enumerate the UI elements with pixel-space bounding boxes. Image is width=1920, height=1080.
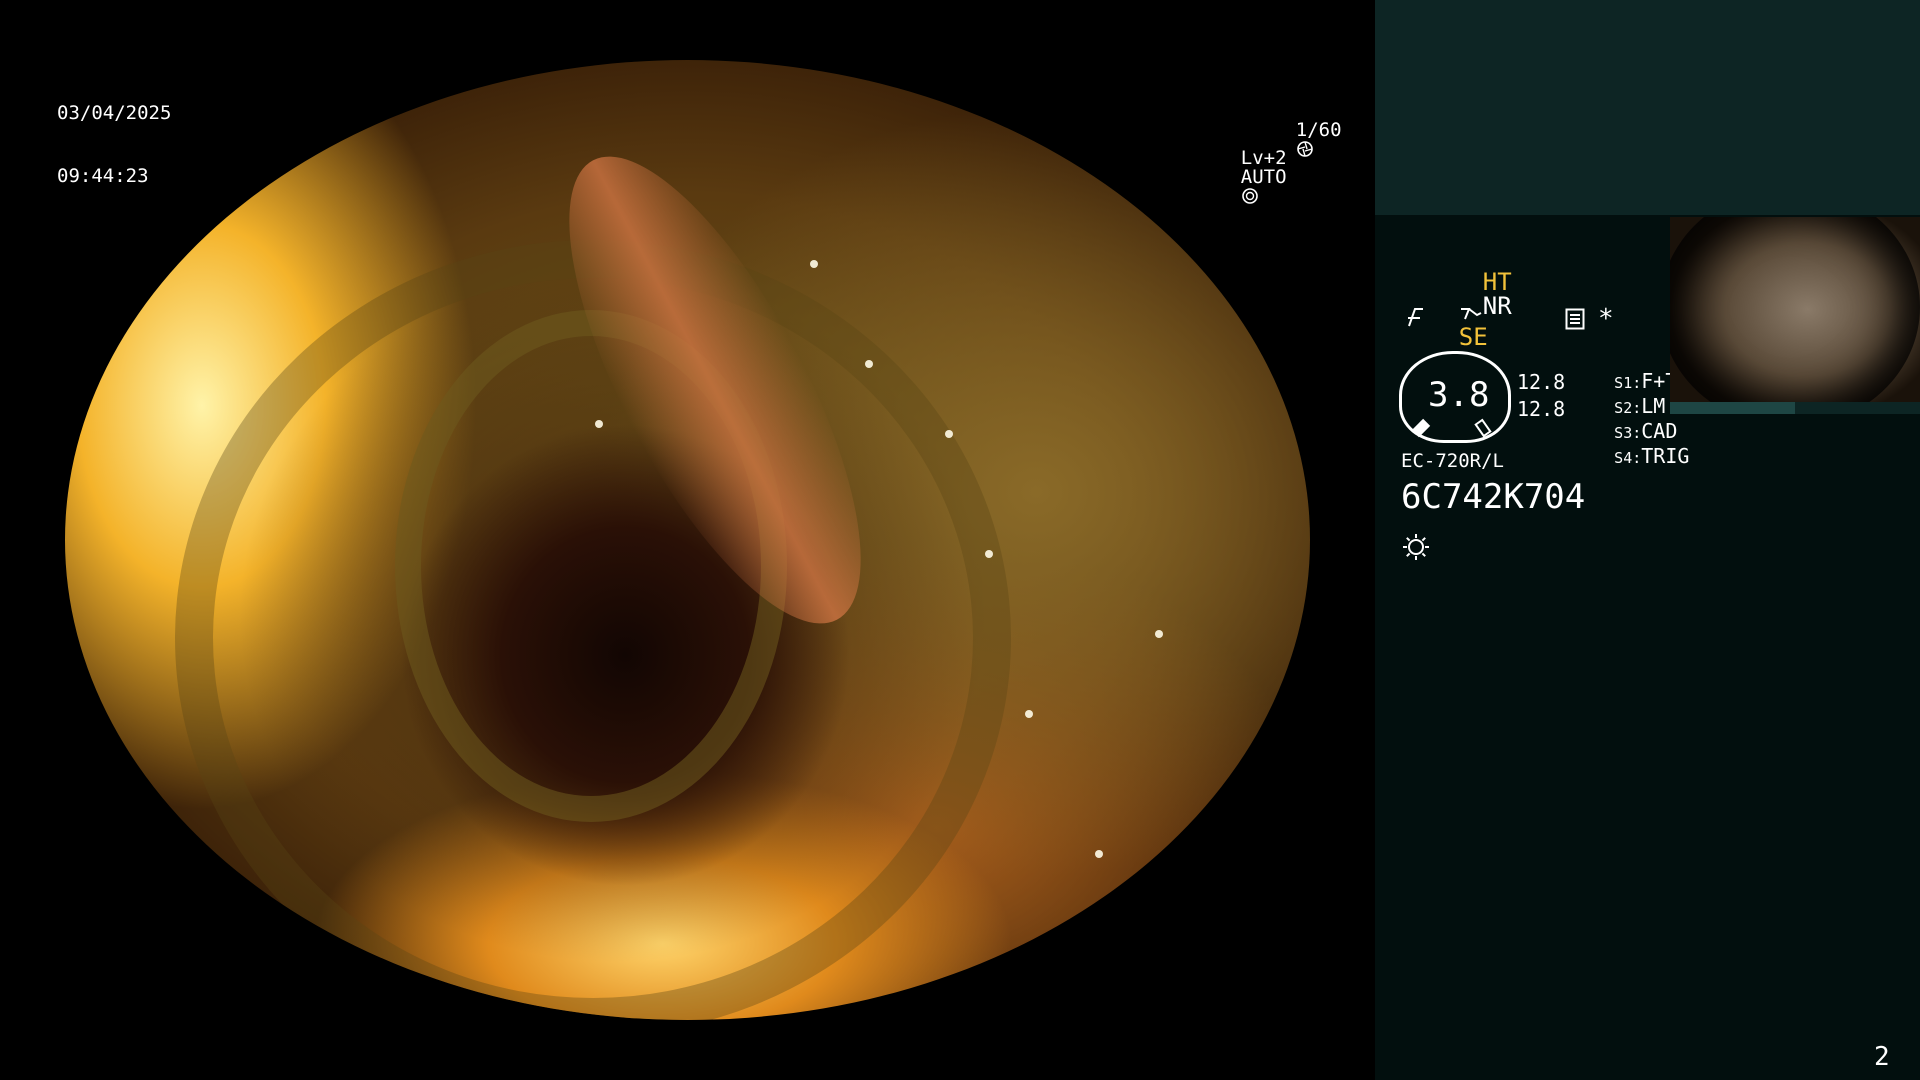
light-reflection xyxy=(810,260,818,268)
value-b: 12.8 xyxy=(1517,397,1566,421)
asterisk-icon: * xyxy=(1598,304,1614,334)
scope-model: EC-720R/L xyxy=(1401,450,1504,472)
scope-serial: 6C742K704 xyxy=(1401,477,1586,517)
gauge-value: 3.8 xyxy=(1428,375,1490,415)
exposure-mode: Lv+2 AUTO xyxy=(1195,130,1287,225)
page-number: 2 xyxy=(1874,1042,1890,1072)
thumbnail-lens-vignette xyxy=(1670,217,1920,402)
endoscopic-image xyxy=(65,60,1310,1020)
time-text: 09:44:23 xyxy=(57,165,149,187)
light-source-icon xyxy=(1403,534,1429,560)
light-reflection xyxy=(1095,850,1103,858)
gauge-marker xyxy=(1474,418,1492,438)
light-reflection xyxy=(945,430,953,438)
shutter-text: 1/60 xyxy=(1295,119,1342,141)
value-a: 12.8 xyxy=(1517,370,1566,394)
auto-exposure-icon xyxy=(1241,188,1258,204)
light-reflection xyxy=(595,420,603,428)
thumbnail-status-bar xyxy=(1670,402,1920,414)
panel-header-area xyxy=(1375,0,1920,215)
aperture-icon xyxy=(1296,141,1313,157)
structure-enhance-icon xyxy=(1460,308,1482,320)
date-time: 03/04/2025 09:44:23 xyxy=(57,66,171,230)
light-reflection xyxy=(1155,630,1163,638)
memo-icon xyxy=(1565,308,1585,330)
freeze-icon xyxy=(1408,308,1423,327)
light-reflection xyxy=(1025,710,1033,718)
mode-text: AUTO xyxy=(1240,166,1287,188)
light-reflection xyxy=(865,360,873,368)
date-text: 03/04/2025 xyxy=(57,102,172,124)
gauge-marker xyxy=(1411,418,1431,438)
switch-label: TRIG xyxy=(1641,444,1690,468)
se-indicator: SE xyxy=(1458,323,1488,351)
room-camera-thumbnail xyxy=(1670,217,1920,402)
thumbnail-status-segment xyxy=(1670,402,1795,414)
info-panel: HT NR SE * 3.8 12.8 12.8 S1:F+T S2:LM S3… xyxy=(1375,0,1920,1080)
switch-key: S4: xyxy=(1614,449,1642,467)
gauge-display: 3.8 xyxy=(1399,351,1511,443)
light-reflection xyxy=(985,550,993,558)
endoscope-view: 03/04/2025 09:44:23 1/60 Lv+2 AUTO xyxy=(0,0,1375,1080)
